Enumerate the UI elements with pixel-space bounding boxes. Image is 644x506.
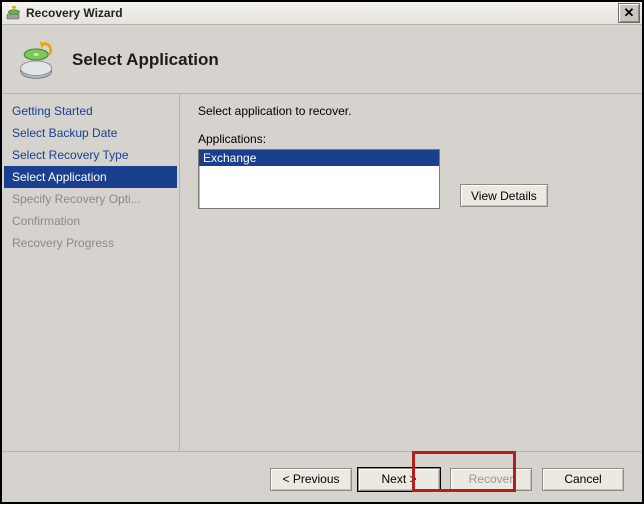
step-select-recovery-type[interactable]: Select Recovery Type <box>4 144 177 166</box>
content-pane: Select application to recover. Applicati… <box>180 94 642 451</box>
recover-button: Recover <box>450 468 532 491</box>
wizard-body: Getting Started Select Backup Date Selec… <box>2 94 642 451</box>
app-icon <box>6 5 22 21</box>
recovery-wizard-window: Recovery Wizard ✕ Select Application Get… <box>0 0 644 504</box>
step-select-application[interactable]: Select Application <box>4 166 177 188</box>
app-item-exchange[interactable]: Exchange <box>199 150 439 166</box>
step-sidebar: Getting Started Select Backup Date Selec… <box>2 94 180 451</box>
applications-listbox[interactable]: Exchange <box>198 149 440 209</box>
step-specify-recovery-options: Specify Recovery Opti... <box>4 188 177 210</box>
titlebar: Recovery Wizard ✕ <box>2 2 642 25</box>
window-title: Recovery Wizard <box>26 6 618 20</box>
wizard-footer: < Previous Next > Recover Cancel <box>2 451 642 506</box>
close-icon: ✕ <box>624 5 635 21</box>
page-title: Select Application <box>72 50 219 70</box>
step-select-backup-date[interactable]: Select Backup Date <box>4 122 177 144</box>
cancel-button[interactable]: Cancel <box>542 468 624 491</box>
view-details-button[interactable]: View Details <box>460 184 548 207</box>
step-confirmation: Confirmation <box>4 210 177 232</box>
close-button[interactable]: ✕ <box>618 3 640 23</box>
previous-button[interactable]: < Previous <box>270 468 352 491</box>
next-button[interactable]: Next > <box>358 468 440 491</box>
step-getting-started[interactable]: Getting Started <box>4 100 177 122</box>
applications-label: Applications: <box>198 132 626 146</box>
recovery-icon <box>16 38 60 82</box>
wizard-header: Select Application <box>2 25 642 94</box>
step-recovery-progress: Recovery Progress <box>4 232 177 254</box>
instruction-text: Select application to recover. <box>198 104 626 118</box>
